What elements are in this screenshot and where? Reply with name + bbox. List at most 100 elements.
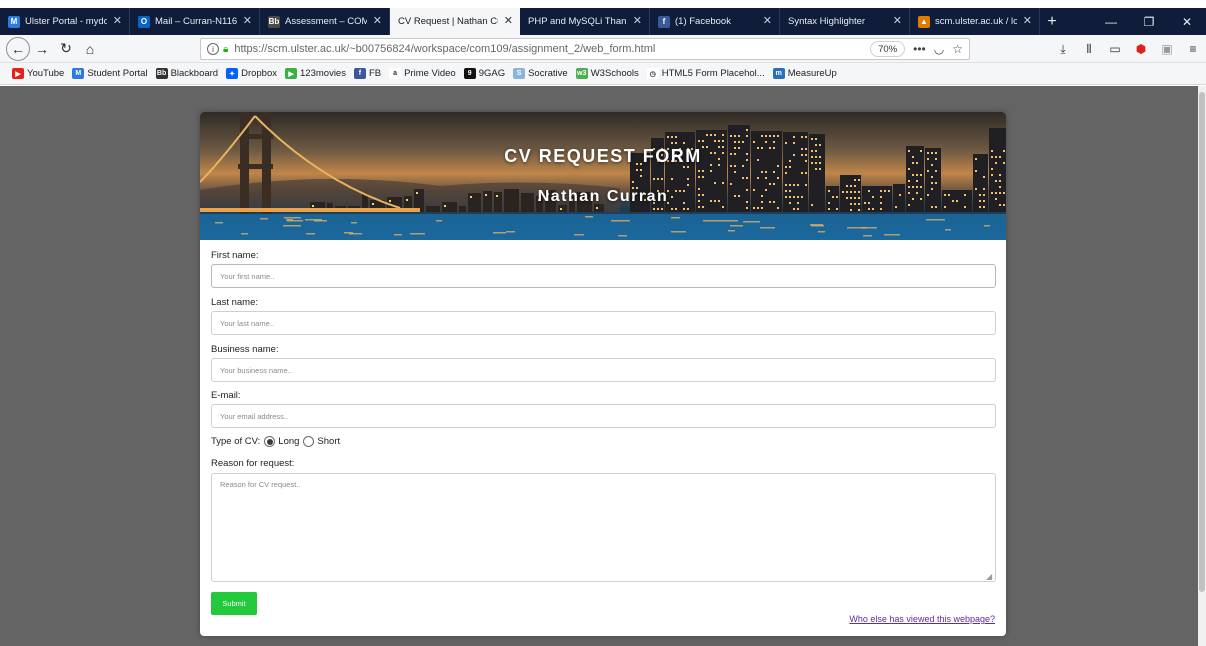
email-field[interactable] [211, 404, 996, 428]
window-light [991, 174, 993, 176]
navigation-bar: ← → ↻ ⌂ i 🔒︎ https://scm.ulster.ac.uk/~b… [0, 35, 1206, 63]
browser-tab[interactable]: Bb Assessment – COM ✕ [260, 8, 390, 35]
new-tab-button[interactable]: + [1040, 8, 1064, 35]
bookmark-item[interactable]: ◷ HTML5 Form Placehol... [646, 68, 765, 79]
water-reflection [984, 225, 990, 227]
tab-close-icon[interactable]: ✕ [504, 14, 513, 27]
forward-button[interactable]: → [30, 37, 54, 61]
url-text[interactable]: https://scm.ulster.ac.uk/~b00756824/work… [234, 43, 655, 55]
water-reflection [215, 222, 223, 224]
business-name-field[interactable] [211, 358, 996, 382]
info-icon[interactable]: i [207, 43, 219, 55]
window-light [858, 209, 860, 211]
lock-icon[interactable]: 🔒︎ [223, 44, 228, 55]
water-reflection [287, 220, 303, 222]
tab-bar: M Ulster Portal - mydo ✕ O Mail – Curran-N11… [0, 8, 1206, 35]
viewers-link[interactable]: Who else has viewed this webpage? [849, 614, 995, 624]
bridge-crossbar [238, 134, 273, 139]
window-light [935, 170, 937, 172]
restore-icon[interactable]: ❐ [1130, 15, 1168, 29]
tab-close-icon[interactable]: ✕ [1023, 14, 1032, 27]
water-reflection [728, 230, 735, 232]
bookmark-item[interactable]: Bb Blackboard [155, 68, 218, 79]
last-name-field[interactable] [211, 311, 996, 335]
tab-close-icon[interactable]: ✕ [763, 14, 772, 27]
menu-icon[interactable]: ≡ [1180, 42, 1206, 56]
window-light [811, 138, 813, 140]
browser-tab[interactable]: CV Request | Nathan Cu ✕ [390, 8, 520, 35]
cv-type-short-label[interactable]: Short [317, 436, 340, 447]
url-bar[interactable]: i 🔒︎ https://scm.ulster.ac.uk/~b00756824… [200, 38, 970, 60]
home-icon: ⌂ [85, 40, 95, 57]
cv-type-long-label[interactable]: Long [278, 436, 299, 447]
bookmark-item[interactable]: ✦ Dropbox [226, 68, 277, 79]
tab-close-icon[interactable]: ✕ [243, 14, 252, 27]
first-name-field[interactable] [211, 264, 996, 288]
water-reflection [884, 234, 900, 236]
window-light [773, 141, 775, 143]
browser-tab[interactable]: M Ulster Portal - mydo ✕ [0, 8, 130, 35]
window-light [765, 135, 767, 137]
cv-type-long-radio[interactable] [264, 436, 276, 447]
window-light [797, 184, 799, 186]
bookmark-item[interactable]: ▶ 123movies [285, 68, 346, 79]
reload-button[interactable]: ↻ [54, 37, 78, 61]
browser-tab[interactable]: f (1) Facebook ✕ [650, 8, 780, 35]
tab-label: Syntax Highlighter [788, 16, 866, 27]
minimize-icon[interactable]: — [1092, 15, 1130, 29]
window-controls: — ❐ ✕ [1092, 8, 1206, 35]
window-light [916, 174, 918, 176]
bookmark-label: Prime Video [404, 68, 456, 79]
bookmark-item[interactable]: 9 9GAG [463, 68, 505, 79]
reason-textarea[interactable] [211, 473, 996, 582]
resize-grip-icon[interactable]: ◢ [986, 572, 992, 581]
window-light [975, 170, 977, 172]
window-light [999, 180, 1001, 182]
cv-type-row: Type of CV: Long Short [211, 436, 340, 447]
window-light [785, 142, 787, 144]
library-icon[interactable]: ⫴ [1076, 42, 1102, 57]
window-light [999, 174, 1001, 176]
close-window-icon[interactable]: ✕ [1168, 15, 1206, 29]
browser-tab[interactable]: O Mail – Curran-N116 ✕ [130, 8, 260, 35]
back-button[interactable]: ← [6, 36, 30, 61]
water-reflection [260, 218, 268, 220]
bookmark-item[interactable]: ▶ YouTube [12, 68, 64, 79]
zoom-indicator[interactable]: 70% [870, 41, 906, 57]
bookmark-item[interactable]: m MeasureUp [772, 68, 837, 79]
scrollbar-thumb[interactable] [1199, 92, 1205, 592]
tab-close-icon[interactable]: ✕ [893, 14, 902, 27]
download-icon[interactable]: ⤓ [1050, 42, 1076, 57]
tab-close-icon[interactable]: ✕ [113, 14, 122, 27]
bookmark-item[interactable]: a Prime Video [389, 68, 456, 79]
tab-label: scm.ulster.ac.uk / lo [935, 16, 1017, 27]
submit-button[interactable]: Submit [211, 592, 257, 615]
bookmark-favicon-icon: Bb [155, 68, 168, 79]
window-light [931, 176, 933, 178]
adblock-icon[interactable]: ⬢ [1128, 42, 1154, 56]
page-scrollbar[interactable] [1198, 86, 1206, 646]
browser-tab[interactable]: ▲ scm.ulster.ac.uk / lo ✕ [910, 8, 1040, 35]
tab-close-icon[interactable]: ✕ [633, 14, 642, 27]
pocket-icon[interactable]: ◡ [934, 42, 944, 56]
bookmark-star-icon[interactable]: ☆ [952, 42, 963, 56]
window-light [908, 180, 910, 182]
tab-close-icon[interactable]: ✕ [373, 14, 382, 27]
home-button[interactable]: ⌂ [78, 37, 102, 61]
bookmark-item[interactable]: S Socrative [513, 68, 568, 79]
bookmark-item[interactable]: M Student Portal [72, 68, 148, 79]
bookmark-item[interactable]: w3 W3Schools [575, 68, 639, 79]
window-light [683, 142, 685, 144]
window-light [560, 208, 562, 210]
browser-tab[interactable]: Syntax Highlighter ✕ [780, 8, 910, 35]
window-light [722, 206, 724, 208]
window-light [722, 140, 724, 142]
sidebar-icon[interactable]: ▭ [1102, 42, 1128, 56]
cv-type-short-radio[interactable] [303, 436, 315, 447]
window-light [671, 178, 673, 180]
page-actions-icon[interactable]: ••• [913, 42, 926, 56]
extension-icon[interactable]: ▣ [1154, 42, 1180, 56]
bookmark-item[interactable]: f FB [353, 68, 381, 79]
browser-tab[interactable]: PHP and MySQLi Thank ✕ [520, 8, 650, 35]
water-reflection [351, 222, 357, 224]
